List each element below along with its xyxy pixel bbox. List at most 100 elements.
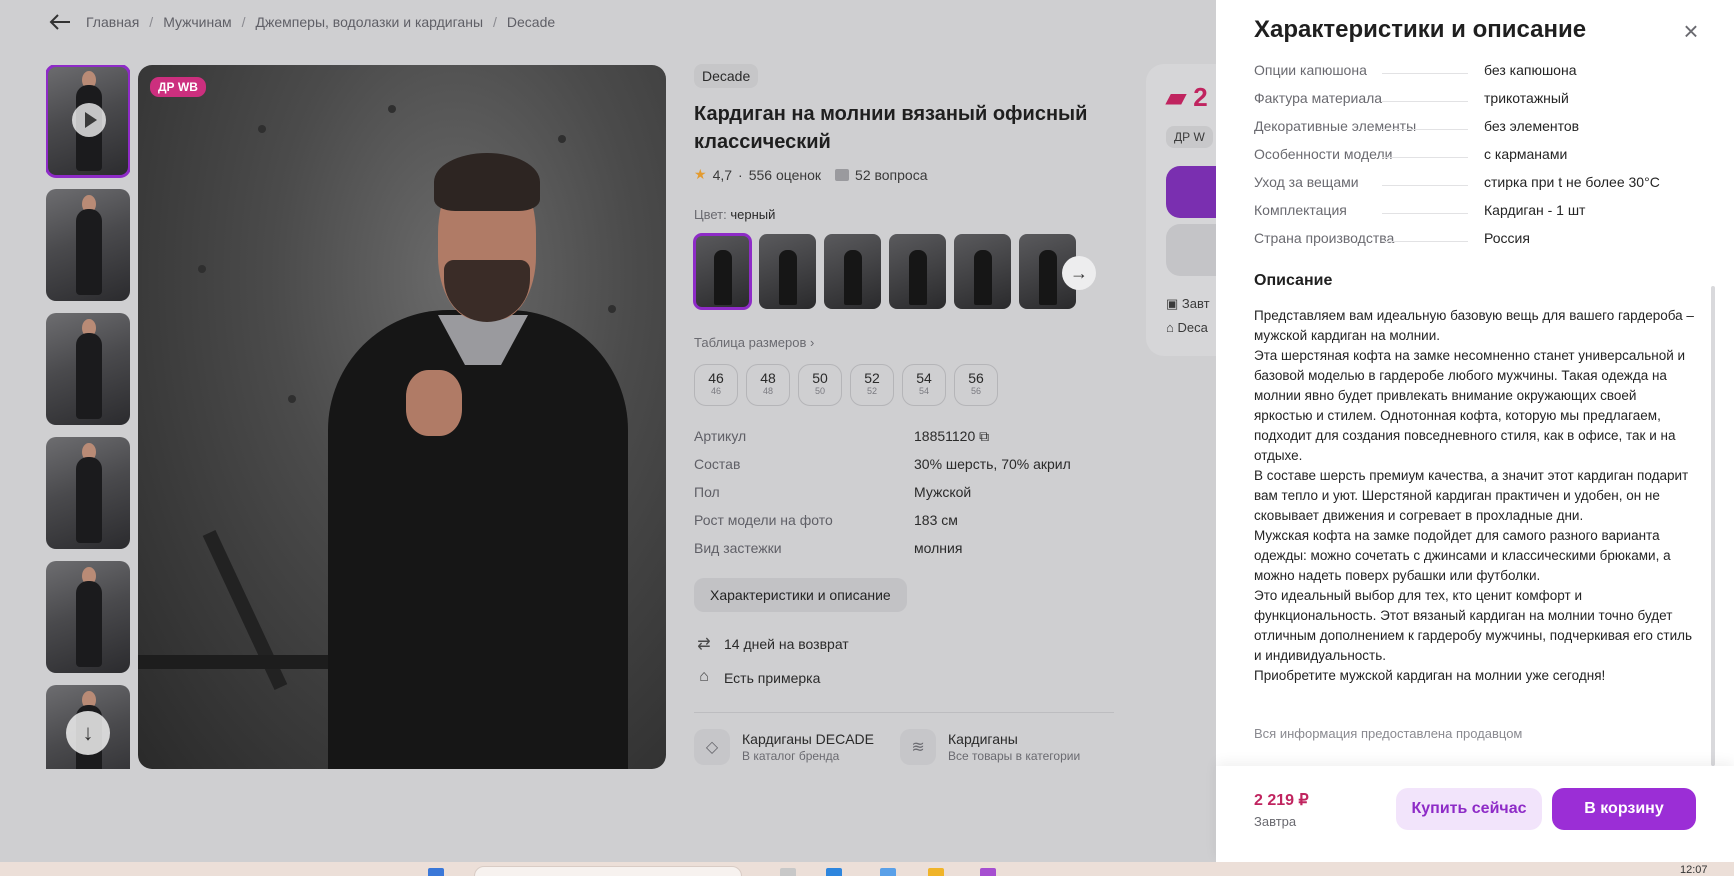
size-options: 46 46 48 48 50 50 52 52 54 54 56 56 xyxy=(694,364,1114,406)
spec-list: Артикул 18851120 ⧉ Состав 30% шерсть, 70% … xyxy=(694,428,1114,568)
breadcrumb-separator: / xyxy=(149,14,154,30)
panel-spec-key: Уход за вещами xyxy=(1254,174,1484,190)
taskbar-app-icon[interactable] xyxy=(780,868,796,876)
taskbar-clock[interactable]: 12:07 xyxy=(1680,864,1708,876)
category-link[interactable]: ≋ Кардиганы Все товары в категории xyxy=(900,729,1080,765)
taskbar-app-icon[interactable] xyxy=(980,868,996,876)
buy-now-button[interactable]: Купить сейчас xyxy=(1396,788,1542,830)
thumbnail-strip xyxy=(46,65,130,769)
size-table-link[interactable]: Таблица размеров › xyxy=(694,335,1114,350)
color-label: Цвет: черный xyxy=(694,207,1114,222)
panel-spec-row: Опции капюшона без капюшона xyxy=(1254,56,1694,84)
taskbar-app-icon[interactable] xyxy=(826,868,842,876)
breadcrumb-men[interactable]: Мужчинам xyxy=(163,14,231,30)
scroll-down-icon[interactable]: ↓ xyxy=(66,711,110,755)
breadcrumb-brand[interactable]: Decade xyxy=(507,14,555,30)
play-icon[interactable] xyxy=(72,103,106,137)
panel-spec-key-text: Фактура материала xyxy=(1254,90,1383,106)
brand-catalog-link[interactable]: ◇ Кардиганы DECADE В каталог бренда xyxy=(694,729,874,765)
windows-start-icon[interactable] xyxy=(428,868,444,876)
panel-spec-key: Фактура материала xyxy=(1254,90,1484,106)
spec-value: 183 см xyxy=(914,512,958,528)
size-option[interactable]: 46 46 xyxy=(694,364,738,406)
thumbnail-image[interactable] xyxy=(46,189,130,301)
spec-row: Рост модели на фото 183 см xyxy=(694,512,1114,540)
questions-link[interactable]: 52 вопроса xyxy=(855,167,927,183)
size-ru-label: 52 xyxy=(866,386,877,396)
breadcrumb-home[interactable]: Главная xyxy=(86,14,139,30)
panel-spec-row: Декоративные элементы без элементов xyxy=(1254,112,1694,140)
price-fragment-text: 2 xyxy=(1193,82,1208,112)
size-option[interactable]: 56 56 xyxy=(954,364,998,406)
size-ru-label: 46 xyxy=(710,386,721,396)
thumbnail-image[interactable] xyxy=(46,561,130,673)
spec-key: Состав xyxy=(694,456,741,472)
tag-icon: ◇ xyxy=(694,729,730,765)
article-number: 18851120 xyxy=(914,428,976,444)
leader-line xyxy=(1382,185,1468,186)
spec-key: Пол xyxy=(694,484,720,500)
add-to-cart-button[interactable]: В корзину xyxy=(1552,788,1696,830)
spec-row: Вид застежки молния xyxy=(694,540,1114,568)
seller-fragment[interactable]: ⌂ Deca xyxy=(1166,320,1208,335)
spec-key: Рост модели на фото xyxy=(694,512,833,528)
size-ru-label: 56 xyxy=(970,386,981,396)
star-icon: ★ xyxy=(694,166,707,182)
panel-spec-key: Опции капюшона xyxy=(1254,62,1484,78)
size-option[interactable]: 50 50 xyxy=(798,364,842,406)
size-option[interactable]: 48 48 xyxy=(746,364,790,406)
panel-title: Характеристики и описание xyxy=(1254,16,1587,43)
panel-spec-value: Россия xyxy=(1484,230,1530,246)
copy-icon[interactable]: ⧉ xyxy=(979,428,989,444)
color-swatch[interactable] xyxy=(954,234,1011,309)
breadcrumb-category[interactable]: Джемперы, водолазки и кардиганы xyxy=(256,14,483,30)
size-option[interactable]: 54 54 xyxy=(902,364,946,406)
color-swatch[interactable] xyxy=(824,234,881,309)
delivery-fragment-text: Завт xyxy=(1181,296,1210,311)
taskbar-app-icon[interactable] xyxy=(928,868,944,876)
color-swatch[interactable] xyxy=(759,234,816,309)
main-product-photo[interactable]: ДР WB xyxy=(138,65,666,769)
buy-card: ▰ 2 ДР W ▣ Завт ⌂ Deca xyxy=(1146,64,1226,356)
size-label: 46 xyxy=(708,370,724,386)
arrow-right-icon[interactable]: → xyxy=(1062,256,1096,290)
description-text: Представляем вам идеальную базовую вещь … xyxy=(1254,306,1694,686)
seller-fragment-text[interactable]: Deca xyxy=(1177,320,1207,335)
size-ru-label: 48 xyxy=(762,386,773,396)
size-table-label[interactable]: Таблица размеров xyxy=(694,335,806,350)
size-label: 56 xyxy=(968,370,984,386)
color-label-text: Цвет: xyxy=(694,207,727,222)
back-arrow-icon[interactable] xyxy=(48,12,72,32)
link-title: Кардиганы DECADE xyxy=(742,731,875,747)
panel-spec-value: без элементов xyxy=(1484,118,1580,134)
article-value: 18851120 ⧉ xyxy=(914,428,989,445)
size-label: 50 xyxy=(812,370,828,386)
panel-spec-value: стирка при t не более 30°C xyxy=(1484,174,1660,190)
color-swatch[interactable] xyxy=(693,233,752,310)
color-swatch[interactable] xyxy=(889,234,946,309)
description-paragraph: Эта шерстяная кофта на замке несомненно … xyxy=(1254,348,1686,463)
thumbnail-video[interactable] xyxy=(46,65,130,178)
link-subtitle: Все товары в категории xyxy=(948,749,1081,763)
panel-spec-key-text: Комплектация xyxy=(1254,202,1347,218)
close-icon[interactable]: × xyxy=(1678,18,1704,44)
brand-chip[interactable]: Decade xyxy=(694,64,759,88)
panel-spec-key: Декоративные элементы xyxy=(1254,118,1484,134)
related-links: ◇ Кардиганы DECADE В каталог бренда ≋ Карди… xyxy=(694,712,1114,765)
price-fragment: ▰ 2 xyxy=(1166,82,1208,112)
leader-line xyxy=(1382,213,1468,214)
thumbnail-image[interactable] xyxy=(46,313,130,425)
thumbnail-image[interactable] xyxy=(46,437,130,549)
panel-scrollbar[interactable] xyxy=(1711,286,1715,766)
reviews-link[interactable]: 556 оценок xyxy=(749,167,821,183)
taskbar-app-icon[interactable] xyxy=(880,868,896,876)
taskbar: 12:07 xyxy=(0,862,1734,876)
return-icon: ⇄ xyxy=(697,636,711,653)
size-option[interactable]: 52 52 xyxy=(850,364,894,406)
panel-spec-key: Комплектация xyxy=(1254,202,1484,218)
taskbar-search[interactable] xyxy=(474,866,742,876)
panel-spec-value: с карманами xyxy=(1484,146,1568,162)
panel-spec-list: Опции капюшона без капюшона Фактура матер… xyxy=(1254,56,1694,252)
perk-label: 14 дней на возврат xyxy=(724,636,849,652)
characteristics-button[interactable]: Характеристики и описание xyxy=(694,578,907,612)
